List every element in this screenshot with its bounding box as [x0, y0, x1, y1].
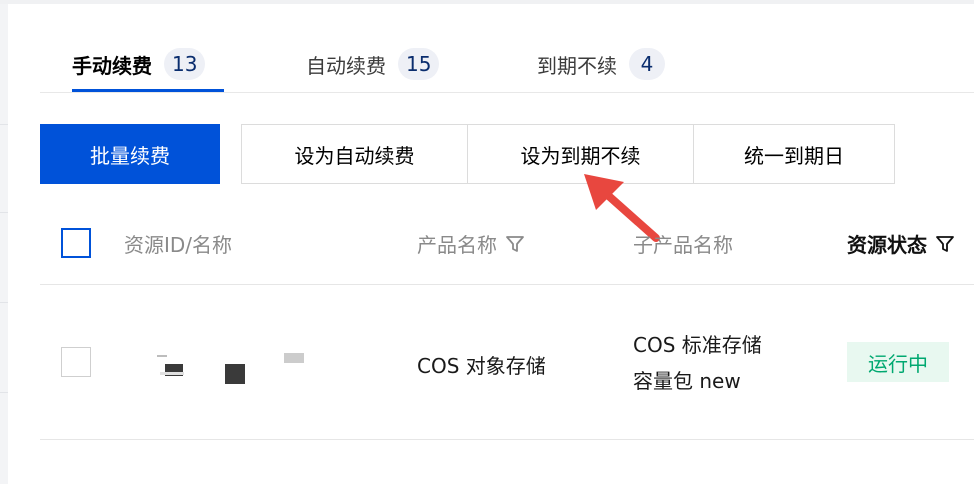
tabs-divider [40, 92, 974, 93]
tab-count-badge: 15 [398, 48, 440, 80]
cell-product-name: COS 对象存储 [417, 354, 546, 378]
tab-auto-renew[interactable]: 自动续费 15 [306, 48, 440, 80]
tab-no-renew[interactable]: 到期不续 4 [537, 48, 665, 80]
cell-sub-product-name: COS 标准存储 容量包 new [633, 333, 762, 393]
top-strip [0, 0, 974, 4]
tab-label: 自动续费 [306, 53, 386, 78]
unify-expiry-button[interactable]: 统一到期日 [693, 124, 895, 184]
tab-label: 到期不续 [537, 53, 617, 78]
filter-icon[interactable] [505, 234, 525, 254]
column-header-sub-product-name: 子产品名称 [633, 233, 733, 257]
tab-manual-renew[interactable]: 手动续费 13 [72, 48, 206, 80]
column-header-resource-id: 资源ID/名称 [124, 233, 233, 257]
select-all-checkbox[interactable] [61, 228, 91, 258]
batch-renew-button[interactable]: 批量续费 [40, 124, 220, 184]
tab-label: 手动续费 [72, 53, 152, 78]
tab-count-badge: 13 [164, 48, 206, 80]
row-checkbox[interactable] [61, 347, 91, 377]
row-divider [40, 439, 974, 440]
header-divider [40, 284, 974, 285]
set-auto-renew-button[interactable]: 设为自动续费 [241, 124, 468, 184]
column-header-product-name: 产品名称 [417, 229, 525, 258]
status-badge: 运行中 [847, 342, 949, 382]
filter-icon[interactable] [935, 234, 955, 254]
left-panel-edge [0, 4, 8, 484]
tab-count-badge: 4 [629, 48, 665, 80]
column-header-resource-status: 资源状态 [847, 229, 955, 258]
